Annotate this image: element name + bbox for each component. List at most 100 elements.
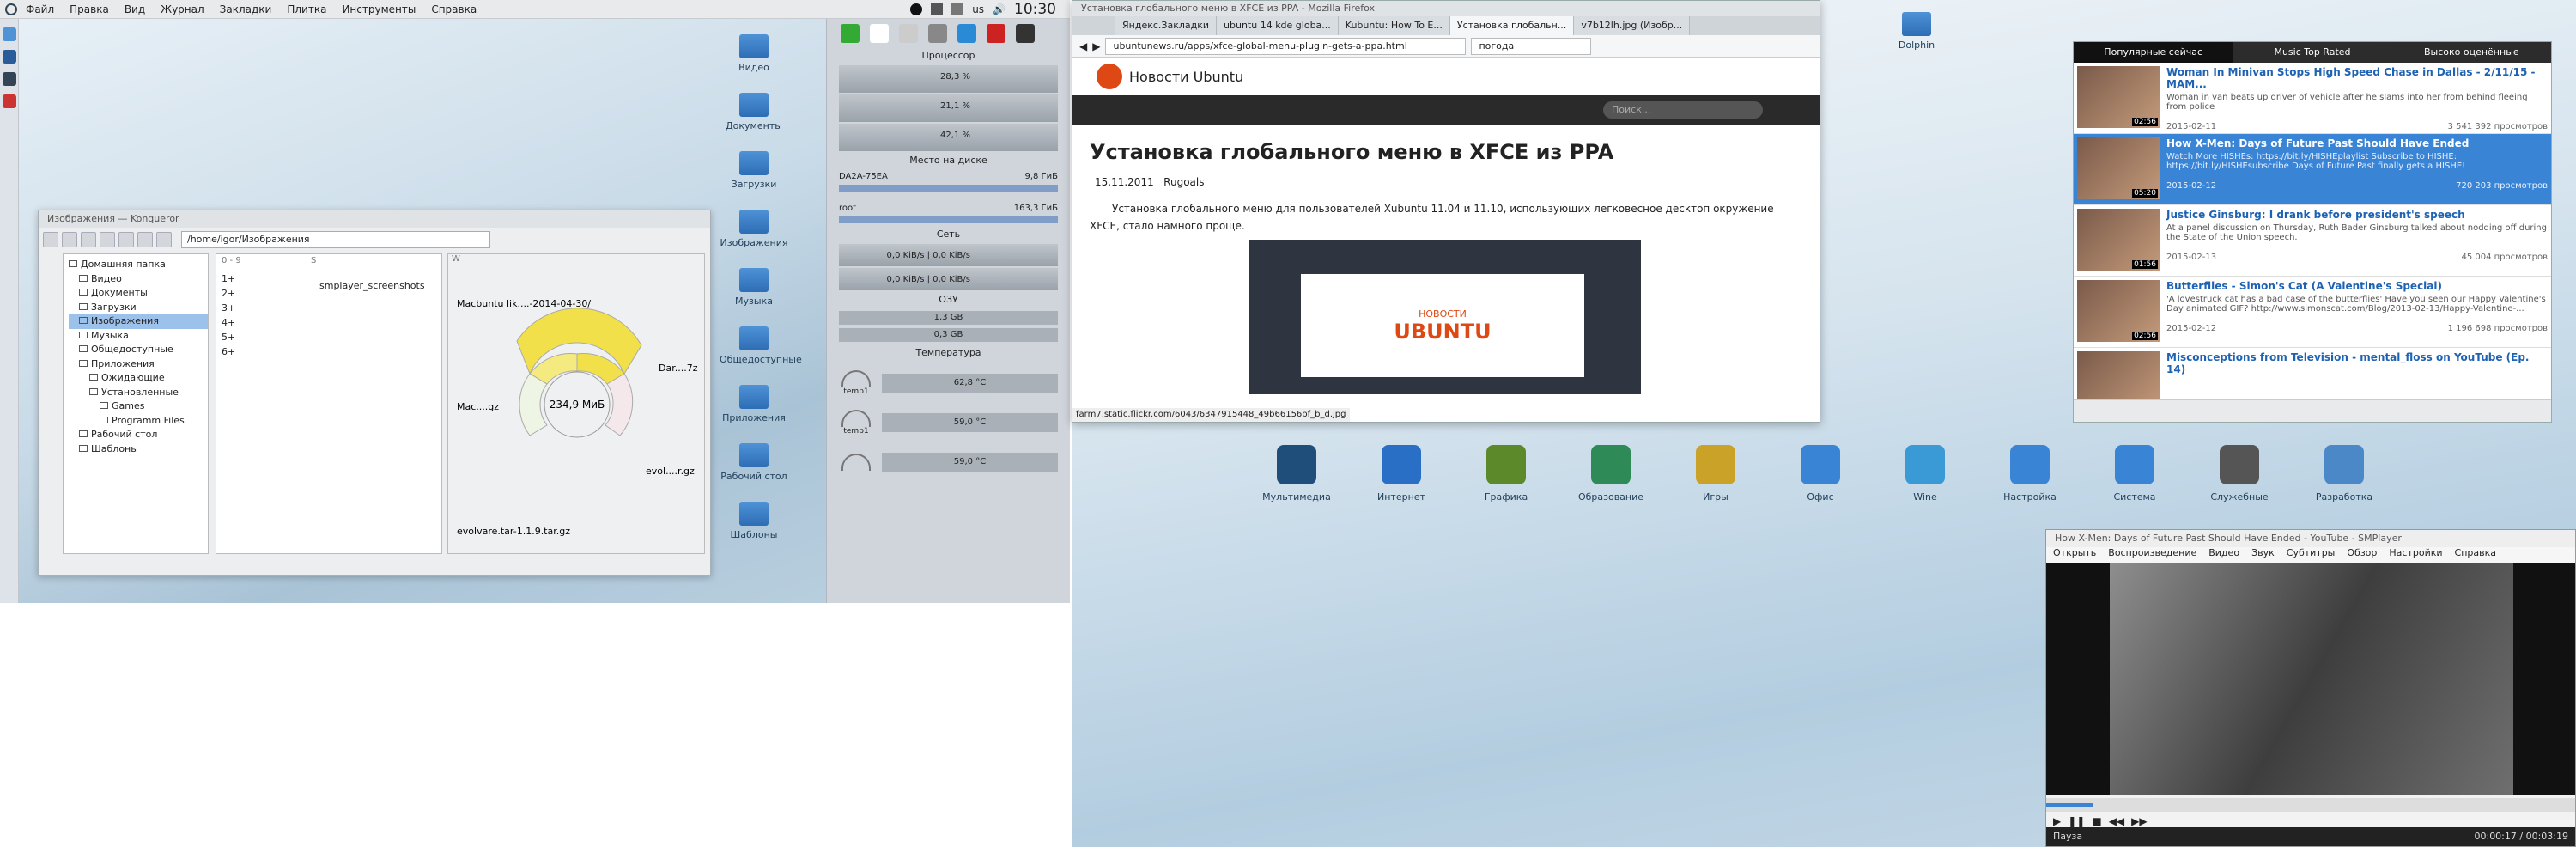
video-thumbnail[interactable]: 01:56 — [2077, 209, 2160, 271]
forward-button[interactable]: ▶ — [1092, 40, 1100, 52]
browser-tab[interactable]: Установка глобальн... — [1449, 16, 1575, 35]
menu-item[interactable]: Инструменты — [342, 3, 416, 15]
article-author[interactable]: Rugoals — [1163, 176, 1204, 188]
desktop-folder[interactable]: Рабочий стол — [720, 443, 788, 482]
menu-item[interactable]: Воспроизведение — [2108, 547, 2196, 563]
site-title[interactable]: Новости Ubuntu — [1129, 69, 1243, 85]
launcher-app[interactable]: Wine — [1882, 445, 1968, 503]
up-button[interactable] — [81, 232, 96, 247]
yt-tab[interactable]: Популярные сейчас — [2074, 42, 2233, 63]
desktop-folder[interactable]: Музыка — [720, 268, 788, 307]
url-bar[interactable]: ubuntunews.ru/apps/xfce-global-menu-plug… — [1105, 37, 1467, 55]
browser-tab[interactable]: v7b12lh.jpg (Изобр... — [1574, 16, 1691, 35]
forward-button[interactable] — [62, 232, 77, 247]
files-icon[interactable] — [3, 27, 16, 41]
menu-item[interactable]: Настройки — [2389, 547, 2442, 563]
article-screenshot[interactable]: НОВОСТИ UBUNTU — [1249, 240, 1641, 394]
view-columns-button[interactable] — [156, 232, 172, 247]
menu-item[interactable]: Вид — [125, 3, 145, 15]
browser-tab[interactable]: Яндекс.Закладки — [1115, 16, 1218, 35]
column-item[interactable]: 3+ — [222, 301, 235, 315]
view-details-button[interactable] — [137, 232, 153, 247]
menu-item[interactable]: Обзор — [2347, 547, 2377, 563]
video-title[interactable]: How X-Men: Days of Future Past Should Ha… — [2166, 137, 2548, 149]
clock[interactable]: 10:30 — [1014, 1, 1056, 18]
search-field[interactable]: погода — [1471, 37, 1592, 55]
column-item[interactable]: 6+ — [222, 344, 235, 359]
video-frame[interactable] — [2046, 563, 2575, 795]
browser-tab[interactable]: Kubuntu: How To E... — [1338, 16, 1450, 35]
app-icon[interactable] — [870, 24, 889, 43]
column-item[interactable]: 4+ — [222, 315, 235, 330]
video-title[interactable]: Justice Ginsburg: I drank before preside… — [2166, 209, 2548, 221]
menu-item[interactable]: Файл — [26, 3, 54, 15]
tree-item[interactable]: Ожидающие — [69, 371, 208, 386]
video-thumbnail[interactable]: 05:20 — [2077, 137, 2160, 199]
menu-item[interactable]: Справка — [2455, 547, 2496, 563]
browser-icon[interactable] — [3, 50, 16, 64]
menu-item[interactable]: Закладки — [220, 3, 272, 15]
browser-tab[interactable]: ubuntu 14 kde globa... — [1217, 16, 1339, 35]
yt-tab[interactable]: Высоко оценённые — [2392, 42, 2551, 63]
tree-item[interactable]: Рабочий стол — [69, 428, 208, 442]
app-icon[interactable] — [841, 24, 860, 43]
back-button[interactable]: ◀ — [1079, 40, 1087, 52]
app-icon[interactable] — [987, 24, 1005, 43]
launcher-app[interactable]: Игры — [1673, 445, 1759, 503]
back-button[interactable] — [43, 232, 58, 247]
tree-item[interactable]: Загрузки — [69, 301, 208, 315]
menu-item[interactable]: Открыть — [2053, 547, 2096, 563]
desktop-folder[interactable]: Dolphin — [1882, 12, 1951, 51]
desktop-folder[interactable]: Загрузки — [720, 151, 788, 190]
menu-item[interactable]: Субтитры — [2287, 547, 2336, 563]
menu-item[interactable]: Видео — [2208, 547, 2239, 563]
column-item[interactable]: smplayer_screenshots — [319, 280, 425, 291]
menu-item[interactable]: Журнал — [161, 3, 204, 15]
tree-item[interactable]: Изображения — [69, 314, 208, 329]
launcher-app[interactable]: Мультимедиа — [1254, 445, 1340, 503]
desktop-folder[interactable]: Документы — [720, 93, 788, 131]
launcher-app[interactable]: Образование — [1568, 445, 1654, 503]
launcher-app[interactable]: Служебные — [2196, 445, 2282, 503]
kde-icon[interactable] — [5, 3, 17, 15]
app-icon[interactable] — [1016, 24, 1035, 43]
yt-tab[interactable]: Music Top Rated — [2233, 42, 2391, 63]
video-thumbnail[interactable]: 02:56 — [2077, 66, 2160, 128]
tree-item[interactable]: Приложения — [69, 357, 208, 372]
app-icon[interactable] — [3, 94, 16, 108]
yt-video-item[interactable]: 05:20 How X-Men: Days of Future Past Shou… — [2074, 134, 2551, 205]
tree-item[interactable]: Games — [69, 399, 208, 414]
launcher-app[interactable]: Интернет — [1358, 445, 1444, 503]
launcher-app[interactable]: Настройка — [1987, 445, 2073, 503]
desktop-folder[interactable]: Приложения — [720, 385, 788, 424]
yt-video-item[interactable]: 01:56 Justice Ginsburg: I drank before pr… — [2074, 205, 2551, 277]
view-icons-button[interactable] — [118, 232, 134, 247]
launcher-app[interactable]: Разработка — [2301, 445, 2387, 503]
menu-item[interactable]: Плитка — [287, 3, 326, 15]
desktop-folder[interactable]: Видео — [720, 34, 788, 73]
launcher-app[interactable]: Система — [2092, 445, 2178, 503]
launcher-app[interactable]: Графика — [1463, 445, 1549, 503]
tree-item[interactable]: Домашняя папка — [69, 258, 208, 272]
menu-item[interactable]: Звук — [2251, 547, 2275, 563]
tree-item[interactable]: Видео — [69, 272, 208, 287]
video-title[interactable]: Butterflies - Simon's Cat (A Valentine's… — [2166, 280, 2548, 292]
menu-item[interactable]: Справка — [431, 3, 477, 15]
desktop-folder[interactable]: Общедоступные — [720, 326, 802, 365]
app-icon[interactable] — [928, 24, 947, 43]
tray-icon[interactable] — [931, 3, 944, 15]
video-title[interactable]: Woman In Minivan Stops High Speed Chase … — [2166, 66, 2548, 90]
desktop-folder[interactable]: Изображения — [720, 210, 788, 248]
video-title[interactable]: Misconceptions from Television - mental_… — [2166, 351, 2548, 375]
path-field[interactable]: /home/igor/Изображения — [181, 231, 490, 248]
tree-item[interactable]: Общедоступные — [69, 343, 208, 357]
tray-icon[interactable] — [910, 3, 923, 15]
column-item[interactable]: 2+ — [222, 286, 235, 301]
desktop-folder[interactable]: Шаблоны — [720, 502, 788, 540]
settings-icon[interactable] — [3, 72, 16, 86]
app-icon[interactable] — [957, 24, 976, 43]
yt-video-item[interactable]: 02:56 Woman In Minivan Stops High Speed C… — [2074, 63, 2551, 134]
tree-item[interactable]: Programm Files — [69, 414, 208, 429]
yt-video-item[interactable]: 02:56 Butterflies - Simon's Cat (A Valent… — [2074, 277, 2551, 348]
column-item[interactable]: 5+ — [222, 330, 235, 344]
